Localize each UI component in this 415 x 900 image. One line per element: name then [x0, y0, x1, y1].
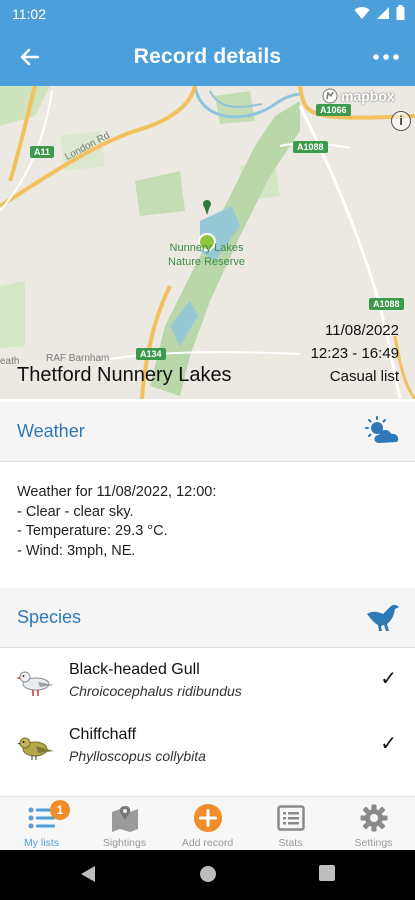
site-name: Thetford Nunnery Lakes	[17, 364, 232, 386]
weather-section-header[interactable]: Weather	[0, 402, 415, 462]
species-section-title: Species	[17, 607, 82, 627]
wifi-icon	[354, 6, 370, 19]
map-view[interactable]: A11 London Rd A1066 A1088 A1088 A134 Nun…	[0, 86, 415, 399]
nav-label-stats: Stats	[278, 837, 303, 849]
reserve-label-line2: Nature Reserve	[168, 256, 246, 268]
road-label-a134: A134	[136, 348, 166, 360]
weather-line-temperature: - Temperature: 29.3 °C.	[17, 523, 168, 539]
mapbox-icon	[322, 88, 338, 104]
nav-label-sightings: Sightings	[102, 837, 147, 849]
species-list-item[interactable]: Chiffchaff Phylloscopus collybita ✓	[0, 717, 415, 781]
gear-icon	[359, 803, 389, 833]
reserve-label: Nunnery Lakes Nature Reserve	[168, 241, 245, 269]
system-back-icon[interactable]	[80, 865, 96, 883]
mapbox-attribution: mapbox	[341, 88, 395, 104]
status-icons	[354, 5, 405, 20]
nav-add-record[interactable]: Add record	[166, 797, 249, 850]
system-recents-icon[interactable]	[319, 865, 335, 881]
more-options-button[interactable]	[369, 40, 403, 74]
page-title: Record details	[133, 45, 282, 68]
black-headed-gull-thumbnail	[16, 664, 58, 700]
signal-icon	[377, 6, 389, 19]
check-icon: ✓	[380, 733, 397, 755]
check-icon: ✓	[380, 668, 397, 690]
nav-label-settings: Settings	[354, 837, 393, 849]
species-latin-name: Chroicocephalus ridibundus	[69, 683, 242, 699]
app-bar: 11:02 Record details	[0, 0, 415, 86]
record-date: 11/08/2022	[325, 322, 399, 339]
species-common-name: Black-headed Gull	[69, 661, 200, 678]
map-pin-icon	[110, 803, 140, 833]
place-label-raf-barnham: RAF Barnham	[46, 353, 110, 364]
my-lists-badge: 1	[50, 800, 70, 820]
road-label-a1066: A1066	[316, 104, 351, 116]
nav-label-my-lists: My lists	[24, 837, 59, 849]
bird-icon	[365, 602, 401, 637]
weather-line-sky: - Clear - clear sky.	[17, 503, 134, 520]
nav-label-add-record: Add record	[181, 837, 234, 849]
weather-line-heading: Weather for 11/08/2022, 12:00:	[17, 484, 217, 500]
road-label-a11: A11	[30, 146, 55, 158]
system-home-icon[interactable]	[199, 865, 217, 883]
nav-settings[interactable]: Settings	[332, 797, 415, 850]
species-common-name: Chiffchaff	[69, 726, 137, 743]
weather-section-title: Weather	[17, 421, 85, 441]
stats-list-icon	[276, 803, 306, 833]
species-list-item[interactable]: Black-headed Gull Chroicocephalus ridibu…	[0, 652, 415, 716]
weather-line-wind: - Wind: 3mph, NE.	[17, 542, 136, 559]
system-navigation-bar	[0, 850, 415, 900]
record-list-type: Casual list	[329, 368, 399, 385]
more-horizontal-icon	[373, 54, 399, 60]
chiffchaff-thumbnail	[16, 729, 58, 765]
species-section-header[interactable]: Species	[0, 588, 415, 648]
status-time: 11:02	[12, 6, 46, 22]
record-time: 12:23 - 16:49	[310, 345, 399, 362]
battery-icon	[396, 5, 405, 20]
toolbar: Record details	[0, 28, 415, 86]
add-icon	[193, 803, 223, 833]
nav-my-lists[interactable]: 1 My lists	[0, 797, 83, 850]
road-label-a1088-right: A1088	[369, 298, 404, 310]
weather-details: Weather for 11/08/2022, 12:00: - Clear -…	[0, 462, 415, 588]
mapbox-logo: mapbox	[322, 88, 395, 104]
map-info-button[interactable]: i	[391, 111, 411, 131]
partly-cloudy-icon	[365, 416, 401, 451]
status-bar: 11:02	[0, 0, 415, 28]
reserve-label-line1: Nunnery Lakes	[169, 242, 244, 254]
road-label-a1088-top: A1088	[293, 141, 328, 153]
nav-sightings[interactable]: Sightings	[83, 797, 166, 850]
species-latin-name: Phylloscopus collybita	[69, 748, 206, 764]
bottom-navigation: 1 My lists Sightings Add record Stats Se…	[0, 796, 415, 850]
nav-stats[interactable]: Stats	[249, 797, 332, 850]
